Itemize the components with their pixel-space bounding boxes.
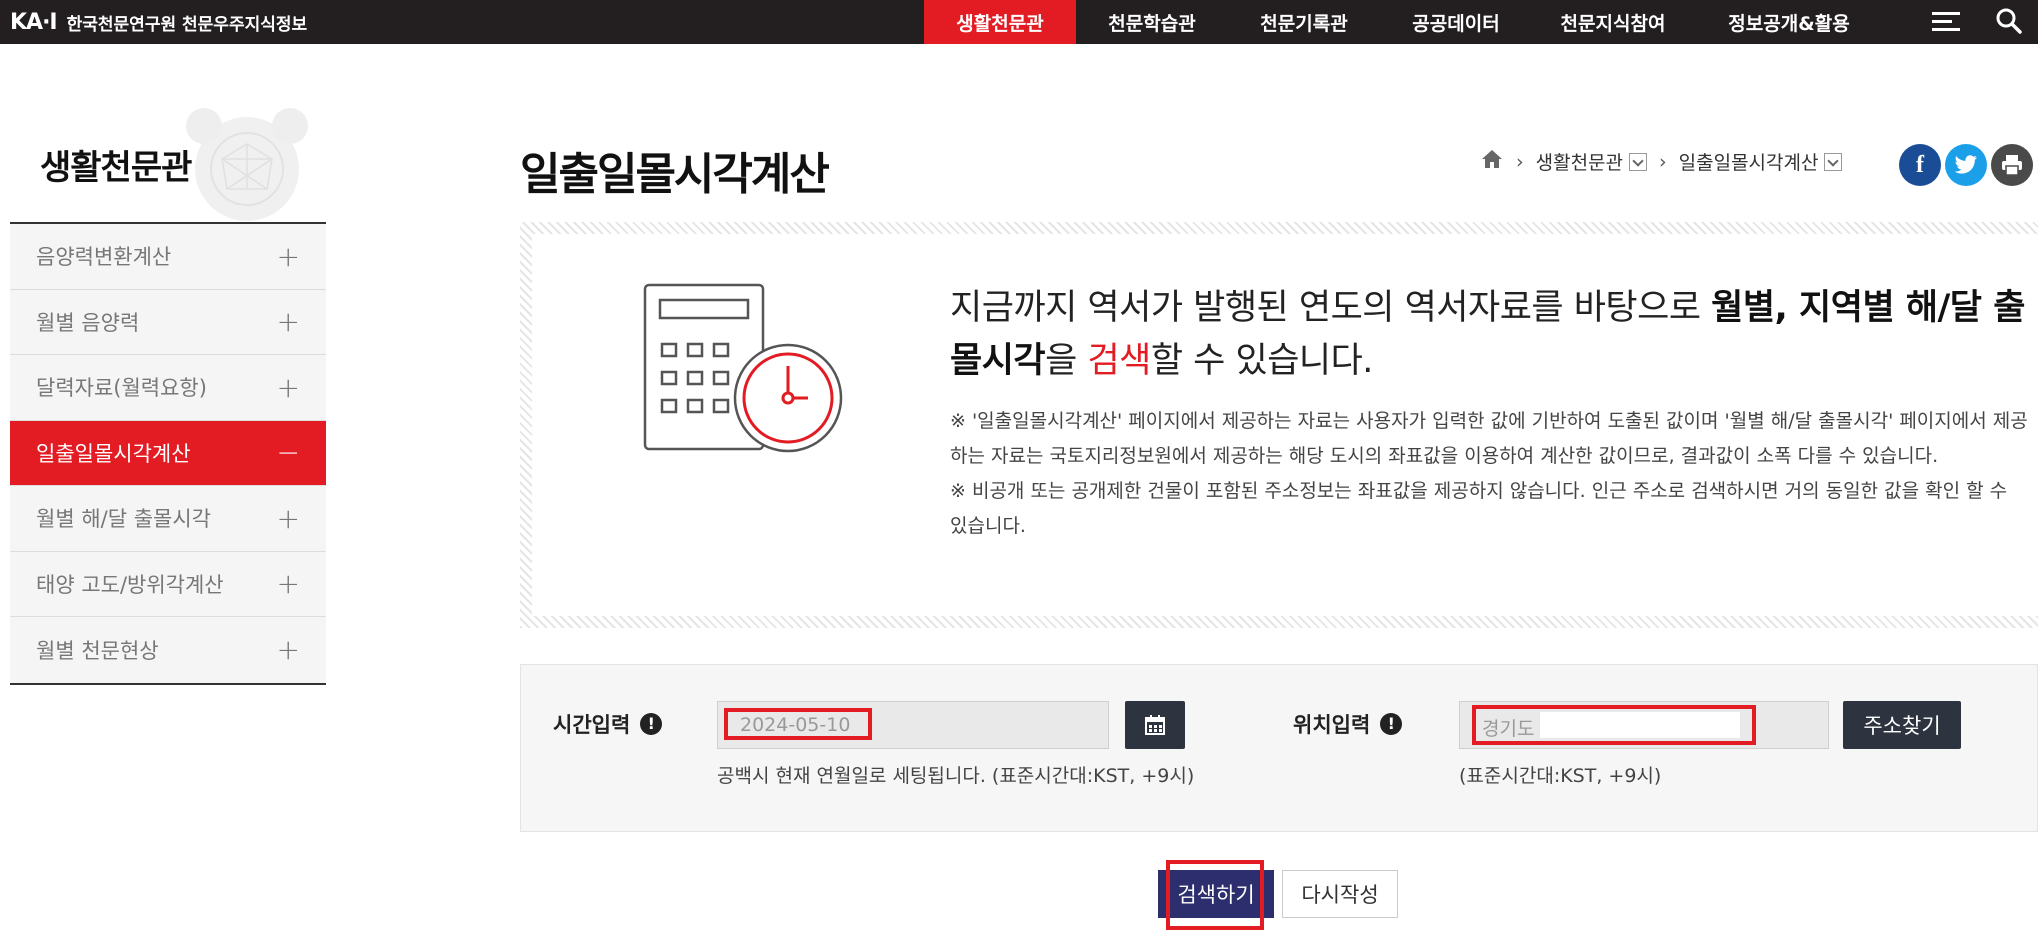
logo-mark: KA·I	[10, 9, 58, 35]
breadcrumb: › 생활천문관 › 일출일몰시각계산	[1480, 148, 1843, 175]
sidebar-item-label: 태양 고도/방위각계산	[36, 572, 224, 597]
info-box: 지금까지 역서가 발행된 연도의 역서자료를 바탕으로 월별, 지역별 해/달 …	[520, 222, 2038, 628]
lead-text-1: 지금까지 역서가 발행된 연도의 역서자료를 바탕으로	[950, 288, 1712, 328]
sidebar-item-label: 월별 해/달 출몰시각	[36, 507, 211, 532]
time-input-label: 시간입력!	[553, 709, 663, 739]
nav-item-astronomy-learning[interactable]: 천문학습관	[1076, 0, 1228, 44]
breadcrumb-level2[interactable]: 일출일몰시각계산	[1679, 148, 1819, 175]
sidebar-item-label: 음양력변환계산	[36, 245, 172, 270]
sidebar-menu: 음양력변환계산 + 월별 음양력 + 달력자료(월력요항) + 일출일몰시각계산 − 월…	[10, 222, 326, 685]
info-exclamation-icon[interactable]: !	[640, 713, 663, 735]
breadcrumb-separator: ›	[1659, 150, 1667, 173]
nav-label: 천문학습관	[1108, 12, 1196, 35]
sidebar-item-monthly-phenomena[interactable]: 월별 천문현상 +	[10, 617, 326, 683]
nav-label: 공공데이터	[1412, 12, 1500, 35]
chevron-down-icon[interactable]	[1824, 152, 1843, 171]
plus-icon: +	[276, 567, 300, 601]
calendar-icon	[1145, 715, 1165, 735]
info-notes: ※ '일출일몰시각계산' 페이지에서 제공하는 자료는 사용자가 입력한 값에 …	[950, 404, 2030, 544]
twitter-icon[interactable]	[1945, 144, 1987, 186]
nav-label: 천문기록관	[1260, 12, 1348, 35]
sidebar-item-label: 월별 천문현상	[36, 638, 159, 663]
sidebar-item-monthly-calendar[interactable]: 월별 음양력 +	[10, 289, 326, 355]
location-highlight-frame	[1472, 705, 1756, 745]
sidebar-item-label: 달력자료(월력요항)	[36, 376, 207, 401]
nav-label: 정보공개&활용	[1728, 12, 1850, 35]
plus-icon: +	[276, 633, 300, 667]
facebook-glyph: f	[1916, 151, 1924, 178]
breadcrumb-level1[interactable]: 생활천문관	[1536, 148, 1623, 175]
plus-icon: +	[276, 305, 300, 339]
chevron-down-icon[interactable]	[1629, 152, 1648, 171]
nav-item-knowledge-participation[interactable]: 천문지식참여	[1532, 0, 1694, 44]
reset-button[interactable]: 다시작성	[1282, 870, 1398, 918]
time-label-text: 시간입력	[553, 713, 631, 737]
sidebar-item-label: 월별 음양력	[36, 310, 140, 335]
plus-icon: +	[276, 370, 300, 404]
home-icon[interactable]	[1480, 148, 1504, 175]
sidebar-item-monthly-sun-moon[interactable]: 월별 해/달 출몰시각 +	[10, 486, 326, 552]
logo-text: 한국천문연구원 천문우주지식정보	[66, 14, 308, 35]
lead-text-red: 검색	[1087, 341, 1151, 381]
nav-item-life-astronomy[interactable]: 생활천문관	[924, 0, 1076, 44]
site-logo[interactable]: KA·I 한국천문연구원 천문우주지식정보	[10, 6, 307, 38]
nav-label: 생활천문관	[956, 12, 1044, 35]
top-navigation-bar: KA·I 한국천문연구원 천문우주지식정보 생활천문관 천문학습관 천문기록관 …	[0, 0, 2038, 44]
sidebar-item-sunrise-sunset[interactable]: 일출일몰시각계산 −	[10, 420, 326, 486]
search-icon[interactable]	[1994, 6, 2024, 36]
hamburger-menu-icon[interactable]	[1930, 8, 1962, 36]
info-note-1: ※ '일출일몰시각계산' 페이지에서 제공하는 자료는 사용자가 입력한 값에 …	[950, 410, 2028, 467]
calendar-button[interactable]	[1125, 701, 1185, 749]
sidebar-item-lunar-solar-conversion[interactable]: 음양력변환계산 +	[10, 224, 326, 290]
plus-icon: +	[276, 501, 300, 535]
main-nav: 생활천문관 천문학습관 천문기록관 공공데이터 천문지식참여 정보공개&활용	[924, 0, 1884, 44]
date-highlight-frame	[724, 708, 872, 740]
calculator-clock-illustration	[642, 282, 852, 472]
time-hint: 공백시 현재 연월일로 세팅됩니다. (표준시간대:KST, +9시)	[717, 765, 1195, 787]
nav-item-public-data[interactable]: 공공데이터	[1380, 0, 1532, 44]
plus-icon: +	[276, 239, 300, 273]
sidebar-title: 생활천문관	[40, 148, 192, 188]
search-form: 시간입력! 2024-05-10 공백시 현재 연월일로 세팅됩니다. (표준시…	[520, 664, 2038, 832]
location-hint: (표준시간대:KST, +9시)	[1459, 765, 1662, 787]
nav-label: 천문지식참여	[1560, 12, 1666, 35]
info-exclamation-icon[interactable]: !	[1380, 713, 1403, 735]
lead-text-3: 할 수 있습니다.	[1150, 341, 1374, 381]
print-icon[interactable]	[1991, 144, 2033, 186]
address-button-label: 주소찾기	[1863, 714, 1941, 738]
nav-item-info-disclosure[interactable]: 정보공개&활용	[1694, 0, 1884, 44]
location-label-text: 위치입력	[1293, 713, 1371, 737]
facebook-icon[interactable]: f	[1899, 144, 1941, 186]
address-search-button[interactable]: 주소찾기	[1843, 701, 1961, 749]
sidebar-item-calendar-data[interactable]: 달력자료(월력요항) +	[10, 355, 326, 421]
minus-icon: −	[276, 436, 300, 470]
lead-text-2: 을	[1045, 341, 1088, 381]
sidebar-item-label: 일출일몰시각계산	[36, 441, 191, 466]
location-input-label: 위치입력!	[1293, 709, 1403, 739]
page-title: 일출일몰시각계산	[520, 149, 830, 200]
alarm-clock-illustration	[182, 104, 312, 224]
sidebar-item-sun-altitude[interactable]: 태양 고도/방위각계산 +	[10, 551, 326, 617]
reset-button-label: 다시작성	[1301, 883, 1379, 907]
info-lead-text: 지금까지 역서가 발행된 연도의 역서자료를 바탕으로 월별, 지역별 해/달 …	[950, 282, 2030, 388]
info-box-inner: 지금까지 역서가 발행된 연도의 역서자료를 바탕으로 월별, 지역별 해/달 …	[532, 234, 2038, 616]
breadcrumb-separator: ›	[1516, 150, 1524, 173]
search-button-highlight-frame	[1166, 860, 1264, 930]
info-note-2: ※ 비공개 또는 공개제한 건물이 포함된 주소정보는 좌표값을 제공하지 않습…	[950, 480, 2008, 537]
nav-item-astronomy-records[interactable]: 천문기록관	[1228, 0, 1380, 44]
